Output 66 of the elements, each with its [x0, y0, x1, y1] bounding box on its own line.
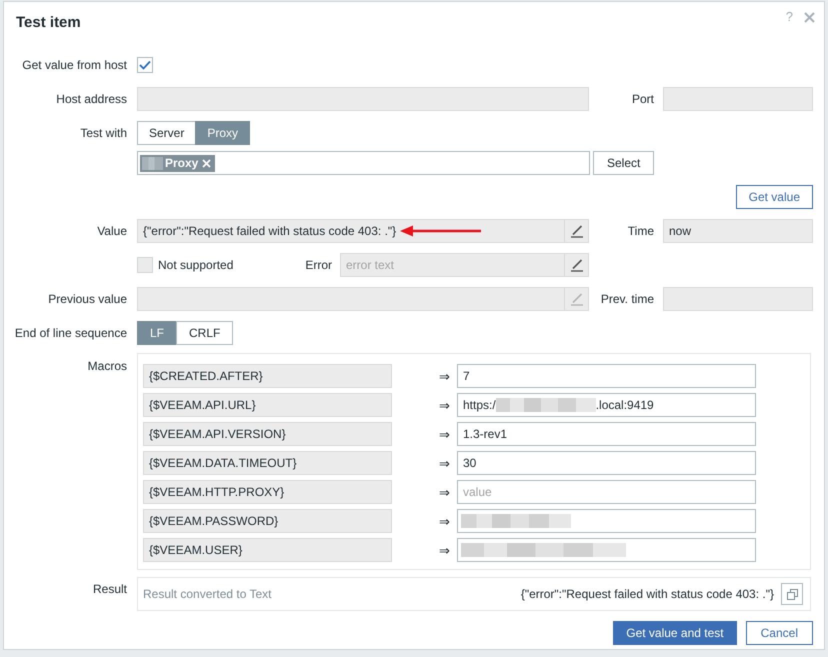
- field-label: Test with: [79, 126, 127, 140]
- cancel-button[interactable]: Cancel: [746, 621, 813, 645]
- dialog-title: Test item: [16, 13, 81, 33]
- macro-name-field[interactable]: {$VEEAM.DATA.TIMEOUT}: [143, 451, 392, 475]
- pencil-icon: [570, 292, 584, 306]
- field-label: Time: [626, 224, 654, 238]
- macro-value-field[interactable]: 30: [457, 451, 756, 475]
- error-field[interactable]: error text: [340, 253, 565, 277]
- segment-button[interactable]: Server: [137, 121, 196, 145]
- pencil-icon: [570, 258, 584, 272]
- edit-button[interactable]: [565, 219, 589, 243]
- macro-value-field[interactable]: [457, 538, 756, 562]
- macro-name-field[interactable]: {$VEEAM.HTTP.PROXY}: [143, 480, 392, 504]
- close-icon: [202, 158, 212, 168]
- host-address-field[interactable]: [137, 87, 589, 111]
- close-icon: [804, 12, 815, 22]
- macro-value-field[interactable]: [457, 509, 756, 533]
- field-label: End of line sequence: [14, 326, 127, 340]
- macro-name-field[interactable]: {$VEEAM.API.URL}: [143, 393, 392, 417]
- mapping-arrow: ⇒: [438, 398, 451, 412]
- segment-button[interactable]: CRLF: [176, 321, 234, 345]
- field-label: Value: [96, 224, 127, 238]
- port-field[interactable]: [663, 87, 813, 111]
- checkbox[interactable]: [137, 57, 153, 73]
- prev-time-field[interactable]: [663, 287, 813, 311]
- checkbox-label: Not supported: [158, 258, 234, 272]
- macro-name-field[interactable]: {$VEEAM.USER}: [143, 538, 392, 562]
- field-label: Macros: [86, 358, 127, 373]
- macro-value-field[interactable]: value: [457, 480, 756, 504]
- result-value: {"error":"Request failed with status code 403: ."}: [520, 587, 774, 601]
- mapping-arrow: ⇒: [438, 514, 451, 528]
- mapping-arrow: ⇒: [438, 368, 451, 384]
- field-label: Host address: [55, 92, 127, 106]
- field-label: Port: [630, 92, 654, 106]
- field-label: Result: [92, 581, 127, 596]
- check-icon: [139, 60, 151, 70]
- result-hint: Result converted to Text: [143, 587, 272, 601]
- remove-button[interactable]: [202, 158, 212, 168]
- chip-label: Proxy: [165, 156, 198, 170]
- macro-name-field[interactable]: {$CREATED.AFTER}: [143, 364, 392, 388]
- copy-icon: [786, 588, 798, 600]
- primary-button[interactable]: Get value and test: [613, 621, 737, 645]
- macro-name-field[interactable]: {$VEEAM.PASSWORD}: [143, 509, 392, 533]
- previous-value-field[interactable]: [137, 287, 565, 311]
- copy-button[interactable]: [781, 583, 803, 605]
- select-button[interactable]: Select: [593, 151, 654, 175]
- field-label: Error: [304, 258, 332, 272]
- mapping-arrow: ⇒: [438, 542, 451, 558]
- field-label: Prev. time: [600, 292, 654, 306]
- mapping-arrow: ⇒: [438, 456, 451, 470]
- pencil-icon: [570, 224, 584, 238]
- edit-button[interactable]: [565, 253, 589, 277]
- macro-value-field[interactable]: 1.3-rev1: [457, 422, 756, 446]
- macro-name-field[interactable]: {$VEEAM.API.VERSION}: [143, 422, 392, 446]
- field-text: .local:9419: [596, 398, 654, 412]
- mapping-arrow: ⇒: [438, 484, 451, 500]
- field-label: Previous value: [47, 292, 127, 306]
- close-button[interactable]: [804, 12, 815, 22]
- mapping-arrow: ⇒: [438, 426, 451, 442]
- field-text: https:/: [463, 398, 496, 412]
- macro-value-field[interactable]: https:/ .local:9419: [457, 393, 756, 417]
- value-field[interactable]: {"error":"Request failed with status code 403: ."}: [137, 219, 565, 243]
- macro-value-field[interactable]: 7: [457, 364, 756, 388]
- get-value-button[interactable]: Get value: [736, 185, 813, 209]
- field-label: Get value from host: [21, 58, 127, 72]
- time-field[interactable]: now: [663, 219, 813, 243]
